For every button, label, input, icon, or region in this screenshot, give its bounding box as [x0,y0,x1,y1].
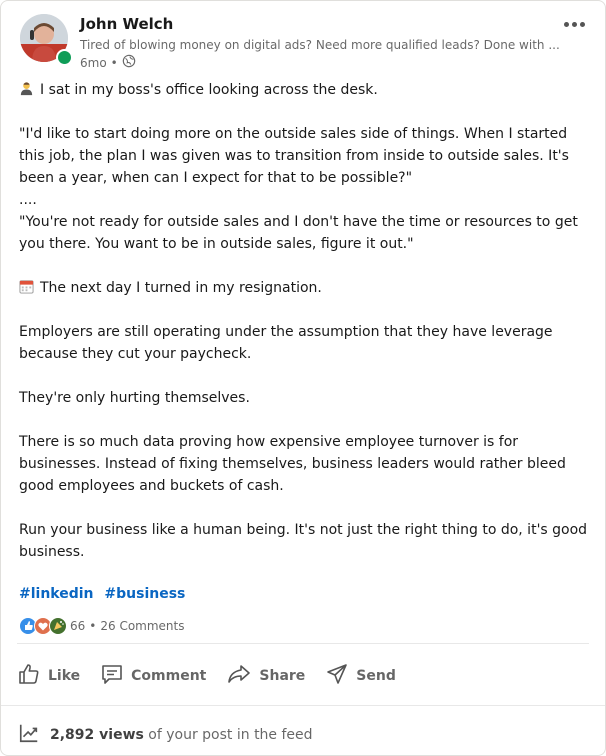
social-counts: 66 • 26 Comments [19,616,185,636]
dot-icon [564,21,569,27]
post-meta: 6mo • [80,54,136,71]
comment-button[interactable]: Comment [100,659,206,693]
hashtag-link[interactable]: #business [104,586,185,602]
post-body: I sat in my boss's office looking across… [19,79,594,563]
like-button[interactable]: Like [17,659,80,693]
send-button[interactable]: Send [325,659,396,693]
like-label: Like [48,668,81,684]
author-name[interactable]: John Welch [80,15,173,33]
share-label: Share [259,668,306,684]
more-options-button[interactable] [564,18,590,30]
divider [17,643,589,644]
counts-separator: • [89,619,97,633]
post-header: John Welch Tired of blowing money on dig… [20,14,590,70]
author-headline: Tired of blowing money on digital ads? N… [80,38,560,52]
globe-icon [122,54,136,71]
celebrate-reaction-icon [49,617,67,635]
views-suffix: of your post in the feed [148,727,313,743]
comment-label: Comment [131,668,207,684]
dot-icon [572,21,577,27]
body-paragraph: .... [19,192,37,208]
hashtags: #linkedin #business [19,586,191,602]
post-age: 6mo [80,55,107,70]
post-card: John Welch Tired of blowing money on dig… [0,0,606,756]
dot-icon [580,21,585,27]
body-paragraph: Employers are still operating under the … [19,324,553,362]
calendar-emoji-icon [19,279,34,294]
views-count: 2,892 views [50,727,144,743]
online-dot-icon [56,49,73,66]
body-paragraph: "You're not ready for outside sales and … [19,214,578,252]
body-paragraph: The next day I turned in my resignation. [19,277,594,299]
post-analytics[interactable]: 2,892 views of your post in the feed [18,722,313,748]
body-paragraph: "I'd like to start doing more on the out… [19,126,569,186]
hashtag-link[interactable]: #linkedin [19,586,94,602]
body-paragraph: There is so much data proving how expens… [19,434,566,494]
body-paragraph: Run your business like a human being. It… [19,522,588,560]
trending-up-icon [18,722,40,748]
body-paragraph: They're only hurting themselves. [19,390,250,406]
views-text: 2,892 views of your post in the feed [50,727,313,743]
thumbs-up-icon [17,662,41,690]
comments-count[interactable]: 26 Comments [100,619,184,633]
share-button[interactable]: Share [226,659,305,693]
meta-separator: • [110,55,118,70]
comment-icon [100,662,124,690]
reaction-icons[interactable] [19,617,67,635]
person-emoji-icon [19,81,34,96]
reaction-count[interactable]: 66 [70,619,85,633]
send-label: Send [356,668,396,684]
send-icon [325,662,349,690]
share-arrow-icon [226,662,252,690]
action-bar: Like Comment Share Send [17,659,396,693]
body-paragraph: I sat in my boss's office looking across… [19,79,594,101]
divider [1,705,605,706]
